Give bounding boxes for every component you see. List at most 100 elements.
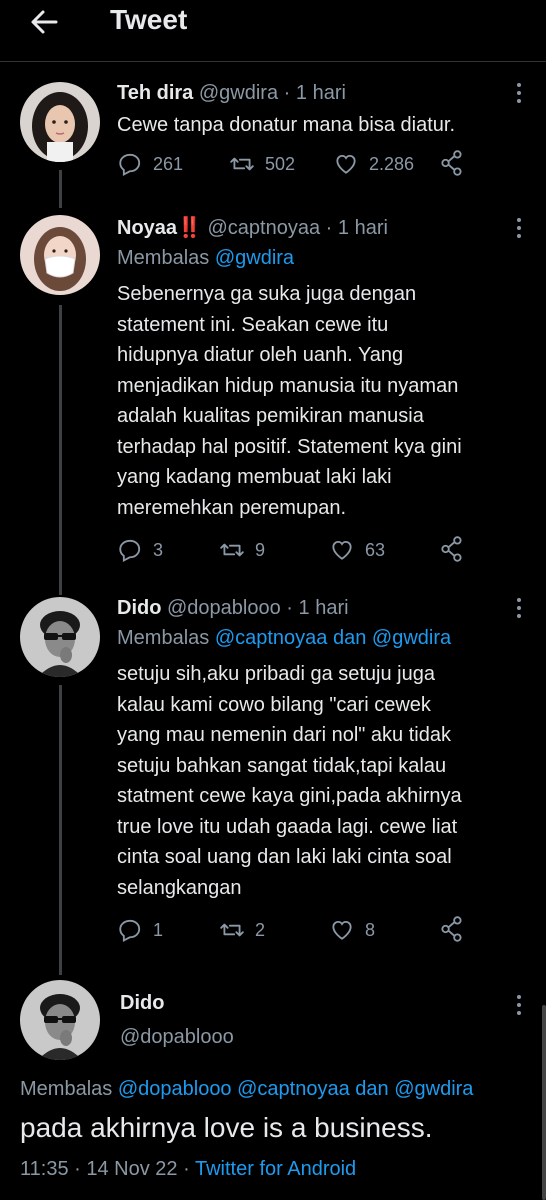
tweet-text: Cewe tanpa donatur mana bisa diatur. xyxy=(117,114,455,136)
page-title: Tweet xyxy=(110,4,188,35)
scrollbar[interactable] xyxy=(542,1005,546,1200)
avatar[interactable] xyxy=(20,597,100,677)
tweet-text: setuju sih,aku pribadi ga setuju juga ka… xyxy=(117,659,506,903)
separator: · xyxy=(183,1158,190,1180)
tweet-text: Sebenernya ga suka juga dengan statement… xyxy=(117,279,506,523)
tweet-header: Dido @dopablooo · 1 hari xyxy=(117,595,506,621)
top-bar: Tweet xyxy=(0,0,546,62)
text-line: cinta soal uang dan laki laki cinta soal xyxy=(117,846,452,868)
text-line: setuju bahkan sangat tidak,tapi kalau xyxy=(117,754,447,777)
arrow-left-icon[interactable] xyxy=(28,6,60,38)
text-line: meremehkan peremupan. xyxy=(117,496,347,519)
name-badge: ‼️ xyxy=(177,217,202,239)
like-count: 8 xyxy=(365,919,376,940)
display-name[interactable]: Dido xyxy=(120,992,164,1015)
reply-prefix: Membalas xyxy=(20,1078,113,1100)
heart-icon xyxy=(329,537,355,563)
text-line: statement ini. Seakan cewe itu xyxy=(117,313,389,336)
avatar[interactable] xyxy=(20,82,100,162)
avatar[interactable] xyxy=(20,215,100,295)
tweet-text: pada akhirnya love is a business. xyxy=(20,1112,433,1143)
tweet-date: 14 Nov 22 xyxy=(86,1158,178,1180)
user-handle[interactable]: @dopablooo xyxy=(120,1026,234,1049)
reply-icon xyxy=(117,917,143,943)
heart-icon xyxy=(329,917,355,943)
reply-count: 261 xyxy=(153,153,184,174)
more-options-icon[interactable] xyxy=(516,994,522,1016)
tweet-source-link[interactable]: Twitter for Android xyxy=(195,1158,356,1180)
separator: · xyxy=(286,597,293,619)
reply-icon xyxy=(117,151,143,177)
text-line: yang mau nemenin dari nol" aku tidak xyxy=(117,724,451,746)
like-button[interactable]: 8 xyxy=(329,915,375,945)
text-line: menjadikan hidup manusia itu nyaman xyxy=(117,374,459,397)
tweet-dido-reply[interactable]: Dido @dopablooo · 1 hari Membalas @captn… xyxy=(0,595,546,955)
tweet-timestamp: 11:35 xyxy=(20,1158,69,1180)
retweet-count: 502 xyxy=(265,153,296,174)
retweet-button[interactable]: 502 xyxy=(229,149,295,179)
share-icon[interactable] xyxy=(439,535,465,568)
reply-button[interactable]: 3 xyxy=(117,535,163,565)
replying-to: Membalas @gwdira xyxy=(117,243,506,273)
separator: · xyxy=(74,1158,81,1180)
tweet-teh-dira[interactable]: Teh dira @gwdira · 1 hari Cewe tanpa don… xyxy=(0,80,546,200)
reply-icon xyxy=(117,537,143,563)
display-name[interactable]: Noyaa xyxy=(117,217,177,239)
text-line: yang kadang membuat laki laki xyxy=(117,466,392,488)
tweet-time[interactable]: 1 hari xyxy=(296,82,346,104)
user-handle[interactable]: @captnoyaa xyxy=(208,217,321,239)
text-line: true love itu udah gaada lagi. cewe liat xyxy=(117,815,458,838)
reply-mention-link[interactable]: @gwdira xyxy=(215,247,294,269)
tweet-metadata: 11:35 · 14 Nov 22 · Twitter for Android xyxy=(20,1158,356,1181)
reply-mention-link[interactable]: @dopablooo @captnoyaa dan @gwdira xyxy=(118,1078,474,1100)
like-count: 2.286 xyxy=(369,153,415,174)
like-button[interactable]: 63 xyxy=(329,535,385,565)
tweet-time[interactable]: 1 hari xyxy=(299,597,349,619)
display-name[interactable]: Dido xyxy=(117,597,161,619)
display-name[interactable]: Teh dira xyxy=(117,82,193,104)
replying-to: Membalas @captnoyaa dan @gwdira xyxy=(117,623,506,653)
tweet-time[interactable]: 1 hari xyxy=(338,217,388,239)
text-line: selangkangan xyxy=(117,876,242,899)
user-handle[interactable]: @gwdira xyxy=(199,82,278,104)
avatar[interactable] xyxy=(20,980,100,1060)
tweet-noyaa[interactable]: Noyaa‼️ @captnoyaa · 1 hari Membalas @gw… xyxy=(0,215,546,580)
reply-count: 3 xyxy=(153,539,164,560)
text-line: Sebenernya ga suka juga dengan xyxy=(117,283,417,305)
more-options-icon[interactable] xyxy=(516,597,522,619)
retweet-button[interactable]: 2 xyxy=(219,915,265,945)
user-handle[interactable]: @dopablooo xyxy=(167,597,281,619)
text-line: kalau kami cowo bilang "cari cewek xyxy=(117,693,431,716)
retweet-count: 9 xyxy=(255,539,266,560)
reply-button[interactable]: 261 xyxy=(117,149,183,179)
more-options-icon[interactable] xyxy=(516,82,522,104)
reply-mention-link[interactable]: @captnoyaa dan @gwdira xyxy=(215,627,451,649)
like-button[interactable]: 2.286 xyxy=(333,149,414,179)
tweet-header: Noyaa‼️ @captnoyaa · 1 hari xyxy=(117,215,506,241)
retweet-icon xyxy=(229,151,255,177)
tweet-header: Teh dira @gwdira · 1 hari xyxy=(117,80,506,106)
replying-to: Membalas @dopablooo @captnoyaa dan @gwdi… xyxy=(20,1078,473,1101)
like-count: 63 xyxy=(365,539,386,560)
text-line: setuju sih,aku pribadi ga setuju juga xyxy=(117,663,435,685)
text-line: hidupnya diatur oleh uanh. Yang xyxy=(117,344,404,366)
separator: · xyxy=(283,82,291,104)
retweet-count: 2 xyxy=(255,919,266,940)
retweet-icon xyxy=(219,537,245,563)
main-tweet[interactable]: Dido @dopablooo Membalas @dopablooo @cap… xyxy=(0,978,546,1200)
text-line: terhadap hal positif. Statement kya gini xyxy=(117,435,462,458)
share-icon[interactable] xyxy=(439,149,465,182)
reply-count: 1 xyxy=(153,919,164,940)
share-icon[interactable] xyxy=(439,915,465,948)
text-line: statment cewe kaya gini,pada akhirnya xyxy=(117,785,462,807)
reply-prefix: Membalas xyxy=(117,627,210,649)
more-options-icon[interactable] xyxy=(516,217,522,239)
retweet-icon xyxy=(219,917,245,943)
separator: · xyxy=(325,217,333,239)
reply-button[interactable]: 1 xyxy=(117,915,163,945)
text-line: adalah kualitas pemikiran manusia xyxy=(117,405,424,427)
retweet-button[interactable]: 9 xyxy=(219,535,265,565)
tweet-actions: 1 2 8 xyxy=(117,915,476,945)
tweet-actions: 261 502 2.286 xyxy=(117,149,476,179)
heart-icon xyxy=(333,151,359,177)
